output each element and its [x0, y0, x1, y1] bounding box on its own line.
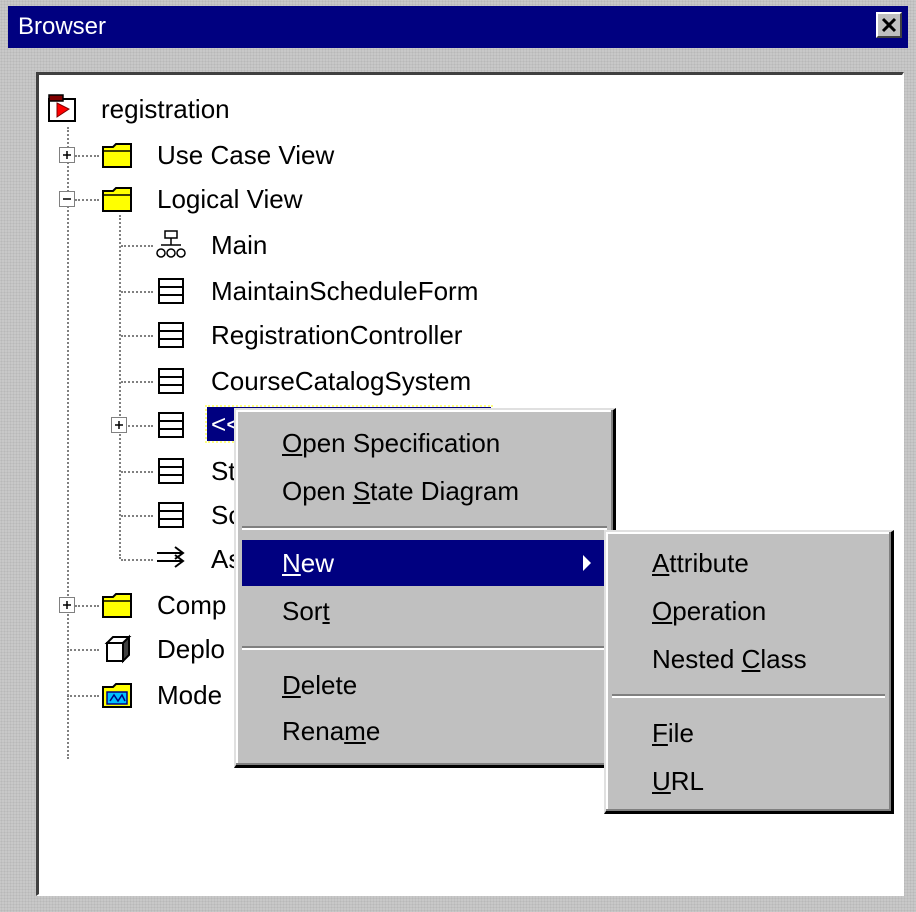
minus-icon	[63, 198, 71, 200]
plus-icon	[63, 601, 71, 609]
tree-connector	[75, 605, 99, 607]
tree-connector	[67, 695, 99, 697]
plus-icon	[63, 151, 71, 159]
class-icon	[158, 368, 184, 394]
deployment-icon	[104, 634, 132, 664]
folder-icon	[102, 187, 132, 212]
tree-connector	[121, 471, 153, 473]
class-diagram-icon	[156, 230, 186, 258]
browser-window: Browser registration Use Case View Logic…	[0, 0, 916, 912]
menu-item-delete[interactable]: Delete	[242, 662, 607, 708]
tree-item-component-view[interactable]: Comp	[157, 589, 226, 621]
tree-item-maintain-schedule-form[interactable]: MaintainScheduleForm	[211, 275, 478, 307]
window-title: Browser	[18, 13, 107, 40]
folder-icon	[102, 143, 132, 168]
model-root-icon	[48, 94, 76, 122]
tree-connector	[121, 559, 153, 561]
menu-separator	[242, 646, 607, 650]
tree-item-use-case-view[interactable]: Use Case View	[157, 139, 334, 171]
tree-connector	[75, 155, 99, 157]
close-icon	[881, 17, 897, 33]
tree-connector	[121, 515, 153, 517]
submenu-item-nested-class[interactable]: Nested Class	[612, 636, 885, 682]
model-properties-icon	[102, 683, 132, 708]
tree-item-registration-controller[interactable]: RegistrationController	[211, 319, 462, 351]
tree-item-model-properties[interactable]: Mode	[157, 679, 222, 711]
plus-icon	[115, 421, 123, 429]
menu-separator	[242, 526, 607, 530]
expand-toggle[interactable]	[111, 417, 127, 433]
tree-connector	[121, 381, 153, 383]
tree-item-course-catalog-system[interactable]: CourseCatalogSystem	[211, 365, 471, 397]
class-icon	[158, 412, 184, 438]
submenu-item-operation[interactable]: Operation	[612, 588, 885, 634]
tree-root-label[interactable]: registration	[101, 93, 230, 125]
tree-item-main[interactable]: Main	[211, 229, 267, 261]
tree-item-deployment-view[interactable]: Deplo	[157, 633, 225, 665]
expand-toggle[interactable]	[59, 147, 75, 163]
tree-connector	[121, 245, 153, 247]
menu-item-new[interactable]: New	[242, 540, 607, 586]
association-icon	[157, 546, 185, 568]
class-icon	[158, 502, 184, 528]
tree-connector	[119, 215, 121, 559]
tree-item-logical-view[interactable]: Logical View	[157, 183, 303, 215]
class-icon	[158, 458, 184, 484]
collapse-toggle[interactable]	[59, 191, 75, 207]
folder-icon	[102, 593, 132, 618]
tree-connector	[75, 199, 99, 201]
menu-item-open-specification[interactable]: Open Specification	[242, 420, 607, 466]
context-menu[interactable]: Open Specification Open State Diagram Ne…	[234, 408, 616, 768]
submenu-item-file[interactable]: File	[612, 710, 885, 756]
menu-item-rename[interactable]: Rename	[242, 708, 607, 754]
menu-item-open-state-diagram[interactable]: Open State Diagram	[242, 468, 607, 514]
menu-separator	[612, 694, 885, 698]
class-icon	[158, 322, 184, 348]
title-bar[interactable]: Browser	[8, 6, 908, 48]
new-submenu[interactable]: Attribute Operation Nested Class File UR…	[604, 530, 894, 814]
menu-item-sort[interactable]: Sort	[242, 588, 607, 634]
tree-connector	[121, 335, 153, 337]
tree-item-st[interactable]: St	[211, 455, 236, 487]
tree-connector	[67, 649, 99, 651]
close-button[interactable]	[876, 12, 902, 38]
class-icon	[158, 278, 184, 304]
submenu-arrow-icon	[583, 555, 591, 571]
expand-toggle[interactable]	[59, 597, 75, 613]
submenu-item-url[interactable]: URL	[612, 758, 885, 804]
tree-connector	[121, 291, 153, 293]
tree-connector	[67, 127, 69, 759]
submenu-item-attribute[interactable]: Attribute	[612, 540, 885, 586]
